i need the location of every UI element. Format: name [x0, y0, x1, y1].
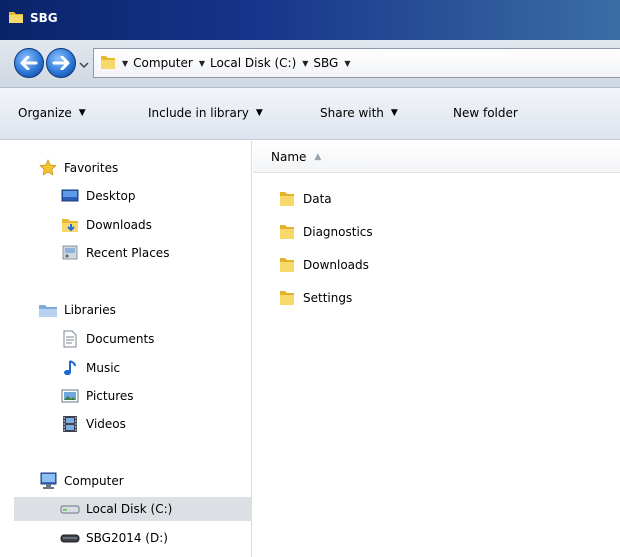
- list-item[interactable]: Settings: [277, 286, 352, 310]
- libraries-icon: [38, 300, 58, 320]
- list-item[interactable]: Diagnostics: [277, 220, 373, 244]
- chevron-down-icon: ▼: [78, 108, 86, 118]
- back-arrow-icon: [20, 56, 38, 70]
- recent-pages-dropdown[interactable]: [79, 59, 89, 69]
- address-row: ▼ Computer ▼ Local Disk (C:) ▼ SBG ▼: [0, 40, 620, 88]
- file-list-pane: Name ▲ Data Diagnostics Downloads Settin…: [253, 141, 620, 557]
- list-item[interactable]: Downloads: [277, 253, 369, 277]
- chevron-down-icon: ▼: [390, 108, 398, 118]
- nav-item-documents[interactable]: Documents: [60, 327, 154, 351]
- nav-item-desktop[interactable]: Desktop: [60, 184, 136, 208]
- breadcrumb-separator-icon: ▼: [198, 58, 205, 68]
- include-in-library-button[interactable]: Include in library ▼: [148, 106, 263, 120]
- removable-drive-icon: [60, 528, 80, 548]
- command-bar: Organize ▼ Include in library ▼ Share with…: [0, 88, 620, 140]
- nav-item-local-disk-c[interactable]: Local Disk (C:): [14, 497, 252, 521]
- folder-icon: [277, 189, 297, 209]
- chevron-down-icon: ▼: [344, 58, 351, 68]
- chevron-down-icon: ▼: [255, 108, 263, 118]
- folder-icon: [100, 53, 116, 74]
- breadcrumb-separator-icon: ▼: [302, 58, 309, 68]
- nav-item-downloads[interactable]: Downloads: [60, 213, 152, 237]
- forward-arrow-icon: [52, 56, 70, 70]
- navigation-pane: Favorites Desktop Downloads Recent Place…: [0, 141, 252, 557]
- forward-button[interactable]: [46, 48, 76, 78]
- column-header-name[interactable]: Name ▲: [253, 141, 620, 173]
- videos-icon: [60, 414, 80, 434]
- breadcrumb-computer[interactable]: ▼ Computer: [122, 56, 193, 70]
- downloads-folder-icon: [60, 215, 80, 235]
- window-title: SBG: [30, 11, 58, 25]
- nav-libraries[interactable]: Libraries: [38, 298, 116, 322]
- folder-icon: [277, 288, 297, 308]
- nav-item-videos[interactable]: Videos: [60, 412, 126, 436]
- nav-favorites[interactable]: Favorites: [38, 156, 118, 180]
- star-icon: [38, 158, 58, 178]
- music-icon: [60, 358, 80, 378]
- title-bar: SBG: [0, 0, 620, 40]
- folder-icon: [277, 255, 297, 275]
- nav-item-sbg2014-d[interactable]: SBG2014 (D:): [60, 526, 168, 550]
- breadcrumb-sbg[interactable]: ▼ SBG: [302, 56, 338, 70]
- hard-drive-icon: [60, 499, 80, 519]
- chevron-down-icon: [79, 62, 89, 69]
- folder-icon: [8, 9, 24, 28]
- breadcrumb-dropdown[interactable]: ▼: [344, 59, 355, 68]
- folder-icon: [277, 222, 297, 242]
- nav-item-music[interactable]: Music: [60, 356, 120, 380]
- breadcrumb-local-disk[interactable]: ▼ Local Disk (C:): [199, 56, 296, 70]
- pictures-icon: [60, 386, 80, 406]
- back-button[interactable]: [14, 48, 44, 78]
- documents-icon: [60, 329, 80, 349]
- sort-ascending-icon: ▲: [314, 151, 322, 162]
- computer-icon: [38, 471, 58, 491]
- nav-computer[interactable]: Computer: [38, 469, 124, 493]
- address-bar[interactable]: ▼ Computer ▼ Local Disk (C:) ▼ SBG ▼: [93, 48, 620, 78]
- nav-item-recent-places[interactable]: Recent Places: [60, 241, 169, 265]
- share-with-button[interactable]: Share with ▼: [320, 106, 398, 120]
- list-item[interactable]: Data: [277, 187, 332, 211]
- recent-places-icon: [60, 243, 80, 263]
- nav-item-pictures[interactable]: Pictures: [60, 384, 134, 408]
- breadcrumb-separator-icon: ▼: [122, 58, 129, 68]
- new-folder-button[interactable]: New folder: [453, 106, 518, 120]
- desktop-icon: [60, 186, 80, 206]
- organize-button[interactable]: Organize ▼: [18, 106, 86, 120]
